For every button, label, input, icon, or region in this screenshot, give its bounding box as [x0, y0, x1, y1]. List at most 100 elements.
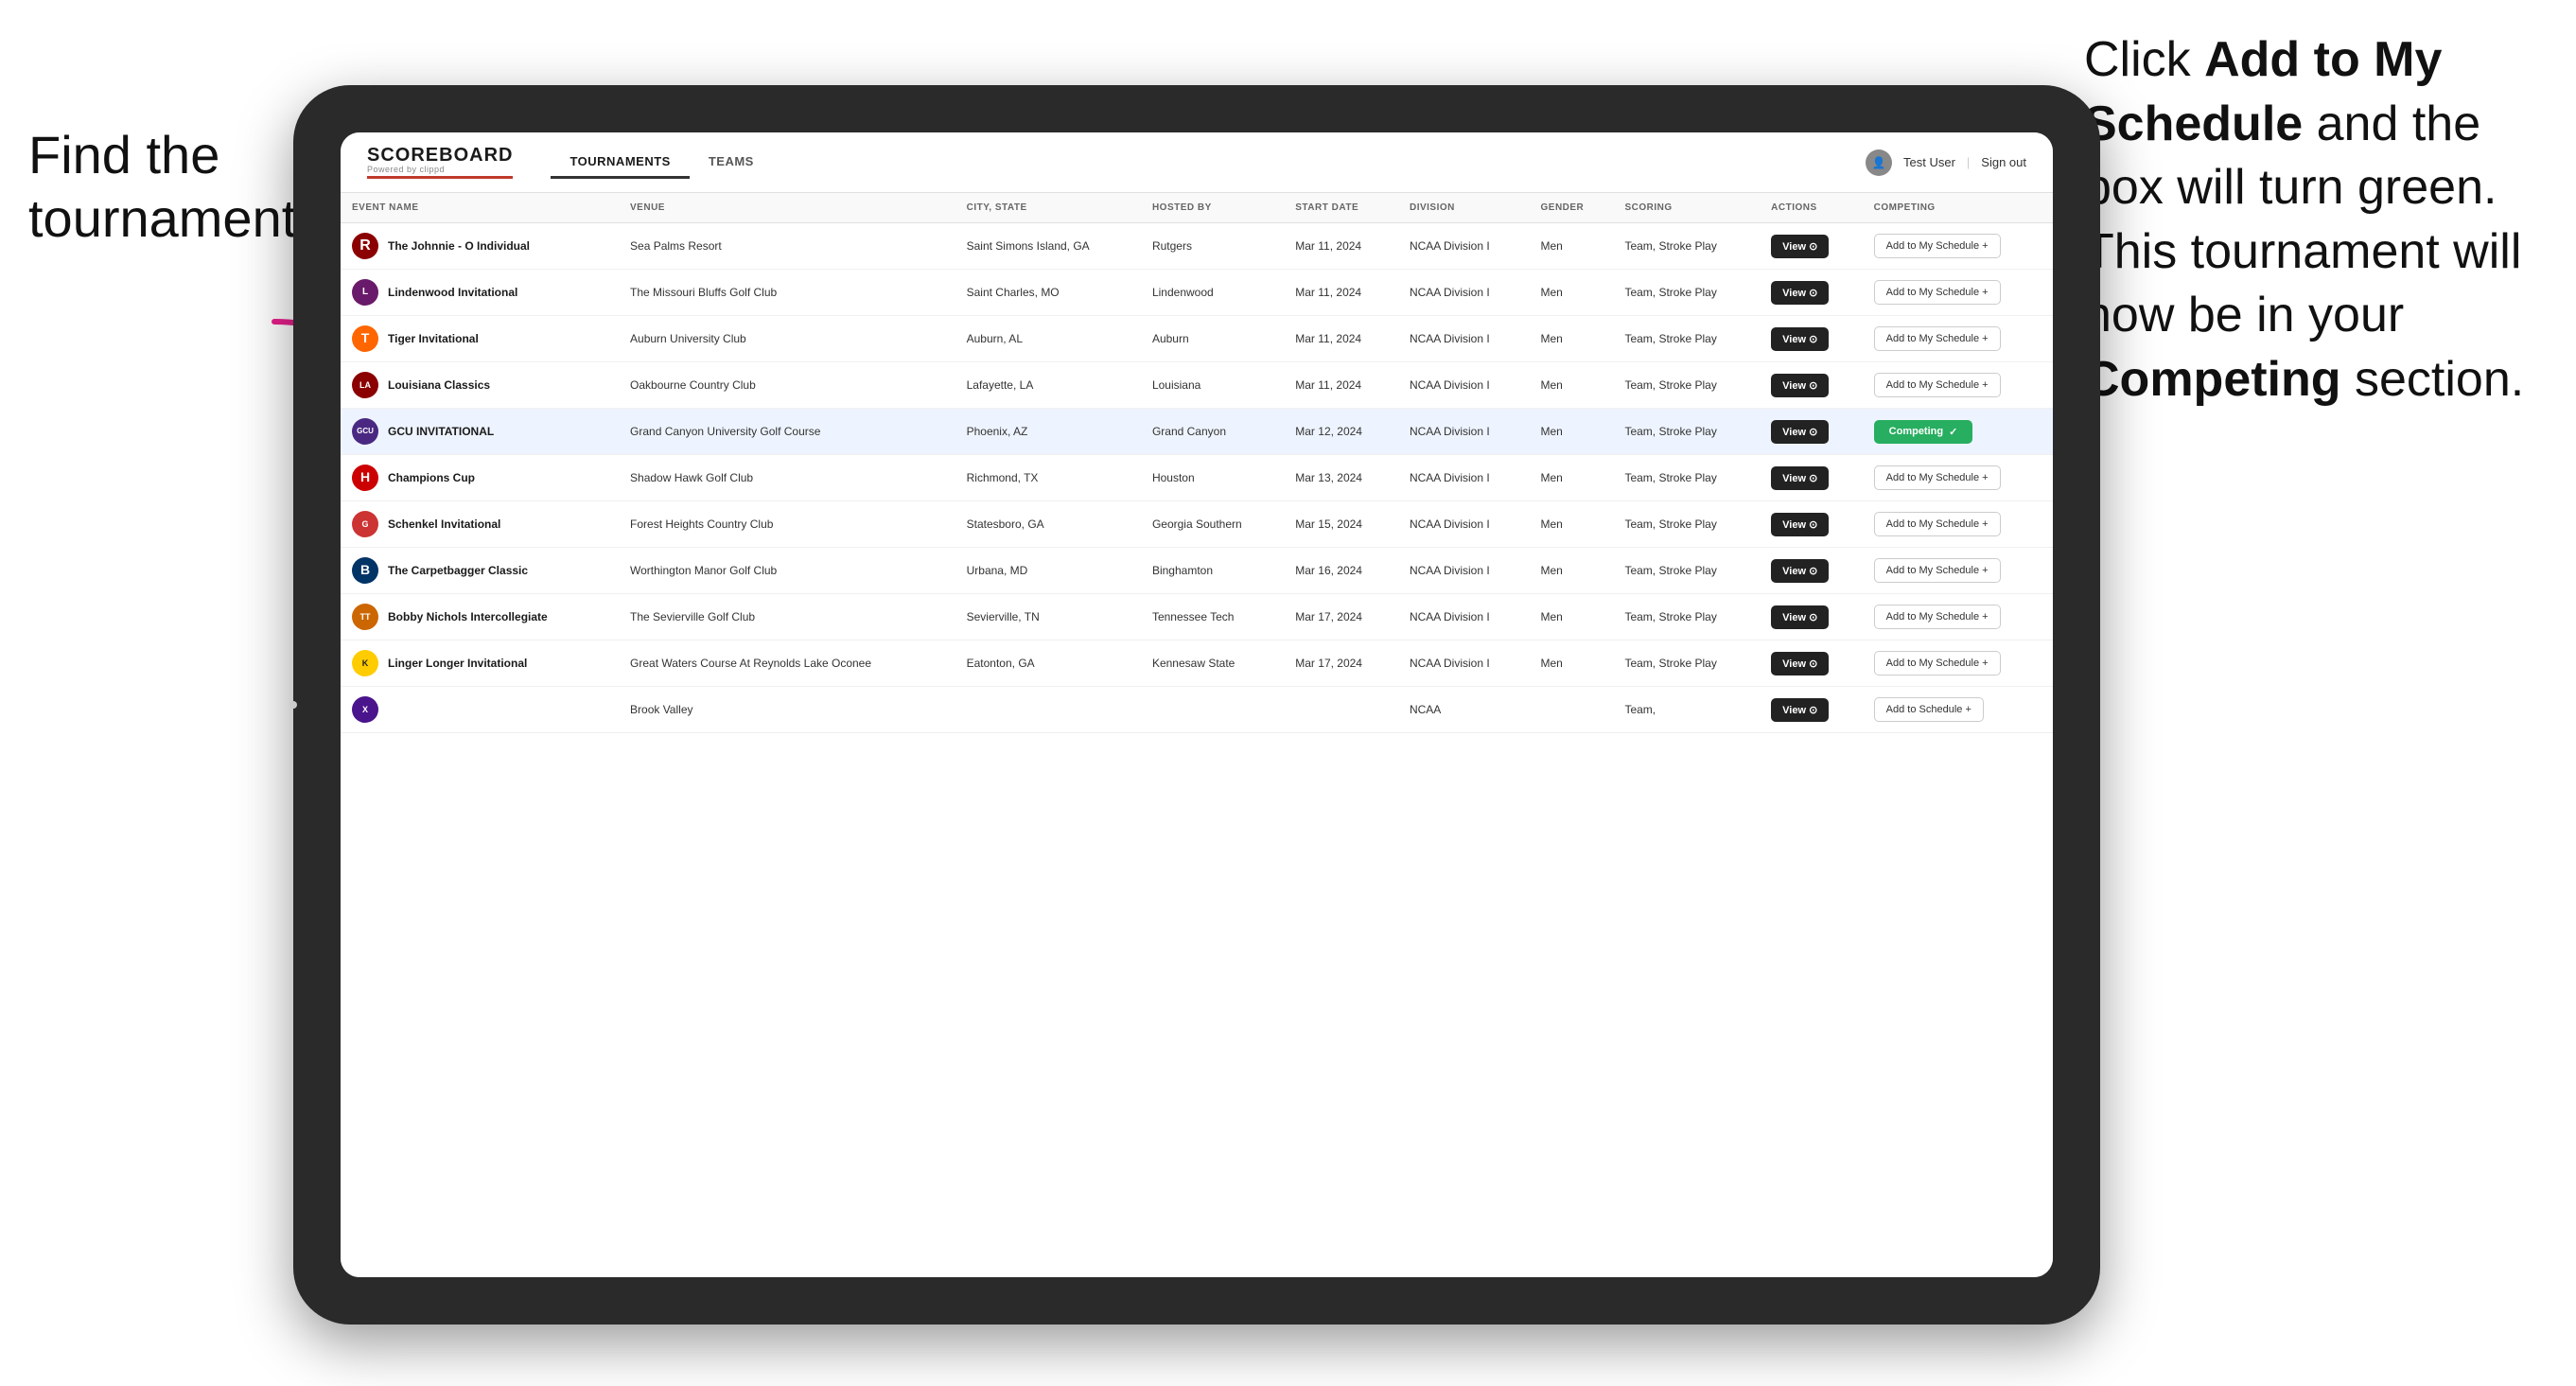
competing-cell: Add to My Schedule + — [1863, 455, 2053, 501]
event-cell: H Champions Cup — [341, 455, 619, 501]
hosted-by-cell — [1141, 687, 1284, 733]
start-date-cell: Mar 11, 2024 — [1284, 316, 1398, 362]
actions-cell: View ⊙ — [1760, 362, 1863, 409]
view-button[interactable]: View ⊙ — [1771, 698, 1829, 722]
scoring-cell: Team, Stroke Play — [1613, 548, 1760, 594]
side-button — [289, 701, 297, 709]
team-logo: R — [352, 233, 378, 259]
scoring-cell: Team, Stroke Play — [1613, 594, 1760, 640]
city-cell: Phoenix, AZ — [955, 409, 1141, 455]
table-container[interactable]: EVENT NAME VENUE CITY, STATE HOSTED BY S… — [341, 193, 2053, 1277]
add-to-schedule-button[interactable]: Add to My Schedule + — [1874, 373, 2001, 397]
competing-cell: Add to My Schedule + — [1863, 548, 2053, 594]
view-button[interactable]: View ⊙ — [1771, 420, 1829, 444]
division-cell: NCAA Division I — [1398, 501, 1530, 548]
tab-teams[interactable]: TEAMS — [690, 147, 773, 179]
col-venue: VENUE — [619, 193, 955, 223]
competing-cell: Add to My Schedule + — [1863, 501, 2053, 548]
logo-text: SCOREBOARD — [367, 146, 513, 165]
view-button[interactable]: View ⊙ — [1771, 281, 1829, 305]
view-button[interactable]: View ⊙ — [1771, 374, 1829, 397]
logo-area: SCOREBOARD Powered by clippd — [367, 146, 513, 179]
scoring-cell: Team, Stroke Play — [1613, 270, 1760, 316]
event-name: The Johnnie - O Individual — [388, 238, 530, 254]
add-to-schedule-button[interactable]: Add to My Schedule + — [1874, 605, 2001, 629]
team-logo: X — [352, 696, 378, 723]
gender-cell: Men — [1530, 362, 1614, 409]
city-cell: Lafayette, LA — [955, 362, 1141, 409]
competing-cell: Add to My Schedule + — [1863, 223, 2053, 270]
division-cell: NCAA Division I — [1398, 455, 1530, 501]
scoring-cell: Team, Stroke Play — [1613, 409, 1760, 455]
add-to-schedule-button[interactable]: Add to My Schedule + — [1874, 280, 2001, 305]
gender-cell: Men — [1530, 409, 1614, 455]
add-to-schedule-button[interactable]: Add to Schedule + — [1874, 697, 1984, 722]
annotation-right: Click Add to My Schedule and the box wil… — [2084, 28, 2557, 412]
start-date-cell: Mar 11, 2024 — [1284, 362, 1398, 409]
hosted-by-cell: Lindenwood — [1141, 270, 1284, 316]
divider: | — [1967, 155, 1970, 169]
hosted-by-cell: Georgia Southern — [1141, 501, 1284, 548]
user-name: Test User — [1903, 155, 1955, 169]
city-cell — [955, 687, 1141, 733]
hosted-by-cell: Binghamton — [1141, 548, 1284, 594]
division-cell: NCAA Division I — [1398, 316, 1530, 362]
view-button[interactable]: View ⊙ — [1771, 605, 1829, 629]
add-to-schedule-button[interactable]: Add to My Schedule + — [1874, 512, 2001, 536]
gender-cell: Men — [1530, 548, 1614, 594]
venue-cell: Oakbourne Country Club — [619, 362, 955, 409]
division-cell: NCAA Division I — [1398, 548, 1530, 594]
hosted-by-cell: Auburn — [1141, 316, 1284, 362]
table-row: T Tiger Invitational Auburn University C… — [341, 316, 2053, 362]
city-cell: Sevierville, TN — [955, 594, 1141, 640]
scoring-cell: Team, Stroke Play — [1613, 640, 1760, 687]
add-to-schedule-button[interactable]: Add to My Schedule + — [1874, 558, 2001, 583]
col-hosted-by: HOSTED BY — [1141, 193, 1284, 223]
start-date-cell: Mar 16, 2024 — [1284, 548, 1398, 594]
view-button[interactable]: View ⊙ — [1771, 652, 1829, 675]
event-cell: TT Bobby Nichols Intercollegiate — [341, 594, 619, 640]
table-row: L Lindenwood Invitational The Missouri B… — [341, 270, 2053, 316]
table-header-row: EVENT NAME VENUE CITY, STATE HOSTED BY S… — [341, 193, 2053, 223]
gender-cell: Men — [1530, 640, 1614, 687]
view-button[interactable]: View ⊙ — [1771, 559, 1829, 583]
venue-cell: Worthington Manor Golf Club — [619, 548, 955, 594]
city-cell: Richmond, TX — [955, 455, 1141, 501]
add-to-schedule-button[interactable]: Add to My Schedule + — [1874, 465, 2001, 490]
event-cell: B The Carpetbagger Classic — [341, 548, 619, 594]
venue-cell: The Sevierville Golf Club — [619, 594, 955, 640]
event-name: Louisiana Classics — [388, 377, 490, 394]
city-cell: Statesboro, GA — [955, 501, 1141, 548]
city-cell: Saint Charles, MO — [955, 270, 1141, 316]
event-name: The Carpetbagger Classic — [388, 563, 528, 579]
add-to-schedule-button[interactable]: Add to My Schedule + — [1874, 234, 2001, 258]
view-button[interactable]: View ⊙ — [1771, 466, 1829, 490]
venue-cell: Shadow Hawk Golf Club — [619, 455, 955, 501]
table-row: R The Johnnie - O Individual Sea Palms R… — [341, 223, 2053, 270]
competing-cell: Add to My Schedule + — [1863, 270, 2053, 316]
sign-out-link[interactable]: Sign out — [1981, 155, 2026, 169]
event-name: Lindenwood Invitational — [388, 285, 517, 301]
actions-cell: View ⊙ — [1760, 223, 1863, 270]
tab-tournaments[interactable]: TOURNAMENTS — [551, 147, 689, 179]
start-date-cell: Mar 13, 2024 — [1284, 455, 1398, 501]
team-logo: LA — [352, 372, 378, 398]
venue-cell: Auburn University Club — [619, 316, 955, 362]
logo-sub: Powered by clippd — [367, 165, 513, 174]
venue-cell: Forest Heights Country Club — [619, 501, 955, 548]
team-logo: K — [352, 650, 378, 676]
event-name: Bobby Nichols Intercollegiate — [388, 609, 548, 625]
view-button[interactable]: View ⊙ — [1771, 235, 1829, 258]
col-event-name: EVENT NAME — [341, 193, 619, 223]
view-button[interactable]: View ⊙ — [1771, 513, 1829, 536]
table-row: B The Carpetbagger Classic Worthington M… — [341, 548, 2053, 594]
division-cell: NCAA — [1398, 687, 1530, 733]
competing-button[interactable]: Competing — [1874, 420, 1973, 444]
event-cell: G Schenkel Invitational — [341, 501, 619, 548]
add-to-schedule-button[interactable]: Add to My Schedule + — [1874, 651, 2001, 675]
view-button[interactable]: View ⊙ — [1771, 327, 1829, 351]
event-name: Schenkel Invitational — [388, 517, 500, 533]
add-to-schedule-button[interactable]: Add to My Schedule + — [1874, 326, 2001, 351]
competing-cell: Add to My Schedule + — [1863, 640, 2053, 687]
city-cell: Auburn, AL — [955, 316, 1141, 362]
